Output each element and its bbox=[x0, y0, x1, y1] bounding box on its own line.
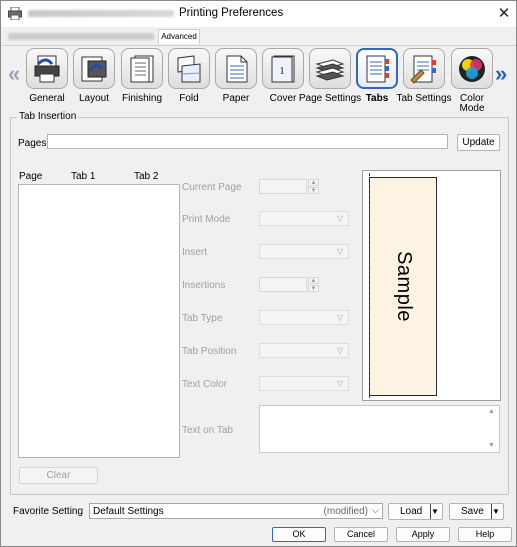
tab-insertion-title: Tab Insertion bbox=[17, 111, 79, 122]
apply-button[interactable]: Apply bbox=[396, 527, 450, 542]
chevron-down-icon: ▽ bbox=[336, 313, 343, 322]
clear-button[interactable]: Clear bbox=[19, 467, 98, 484]
text-color-select[interactable]: ▽ bbox=[259, 376, 349, 391]
help-button[interactable]: Help bbox=[458, 527, 512, 542]
favorite-setting-value: Default Settings bbox=[93, 506, 164, 517]
scroll-right-icon[interactable]: » bbox=[495, 63, 507, 85]
window-title: Printing Preferences bbox=[179, 7, 284, 19]
spin-down-icon[interactable]: ▼ bbox=[308, 285, 319, 292]
icon-button-color-mode[interactable]: Color Mode bbox=[450, 48, 494, 114]
text-on-tab-label: Text on Tab bbox=[182, 425, 233, 436]
printing-preferences-window: Printing Preferences ✕ Advanced « Genera… bbox=[0, 0, 517, 547]
load-button-label: Load bbox=[400, 506, 423, 517]
tab-type-label: Tab Type bbox=[182, 313, 223, 324]
printer-icon bbox=[8, 7, 22, 20]
cover-icon: 1 bbox=[271, 55, 295, 83]
icon-label-color-mode: Color Mode bbox=[438, 94, 506, 114]
printer-tab-redacted[interactable] bbox=[8, 33, 154, 40]
list-header-tab2: Tab 2 bbox=[134, 171, 159, 182]
tabs-icon bbox=[366, 55, 389, 83]
list-header-tab1: Tab 1 bbox=[71, 171, 96, 182]
page-settings-icon bbox=[315, 59, 345, 81]
load-menu-icon[interactable]: ▼ bbox=[430, 504, 442, 519]
spin-up-icon[interactable]: ▲ bbox=[308, 277, 319, 284]
print-mode-select[interactable]: ▽ bbox=[259, 211, 349, 226]
printer-name-redacted bbox=[28, 10, 174, 17]
chevron-down-icon: ⌵ bbox=[372, 505, 379, 515]
print-mode-label: Print Mode bbox=[182, 214, 231, 225]
general-icon bbox=[34, 55, 60, 83]
paper-icon bbox=[226, 55, 248, 83]
list-header-page: Page bbox=[19, 171, 43, 182]
save-button-label: Save bbox=[461, 506, 484, 517]
color-mode-icon bbox=[459, 56, 485, 82]
chevron-down-icon: ▽ bbox=[336, 346, 343, 355]
favorite-setting-select[interactable]: Default Settings (modified) ⌵ bbox=[89, 503, 383, 519]
title-bar: Printing Preferences ✕ bbox=[1, 1, 516, 27]
favorite-setting-label: Favorite Setting bbox=[13, 506, 84, 517]
insert-select[interactable]: ▽ bbox=[259, 244, 349, 259]
tab-advanced[interactable]: Advanced bbox=[158, 29, 200, 44]
cover-number: 1 bbox=[279, 65, 285, 77]
ok-button[interactable]: OK bbox=[272, 527, 326, 542]
save-button[interactable]: Save ▼ bbox=[449, 503, 504, 520]
tab-position-select[interactable]: ▽ bbox=[259, 343, 349, 358]
close-button[interactable]: ✕ bbox=[495, 5, 513, 23]
cancel-button[interactable]: Cancel bbox=[334, 527, 388, 542]
insertions-label: Insertions bbox=[182, 280, 226, 291]
current-page-input[interactable] bbox=[259, 179, 307, 194]
chevron-down-icon: ▽ bbox=[336, 214, 343, 223]
load-button[interactable]: Load ▼ bbox=[388, 503, 443, 520]
sample-text: Sample bbox=[392, 251, 415, 322]
icon-label-color-mode-text: Color Mode bbox=[459, 93, 485, 114]
tab-position-label: Tab Position bbox=[182, 346, 237, 357]
text-color-label: Text Color bbox=[182, 379, 228, 390]
sample-text-wrap: Sample bbox=[369, 177, 437, 396]
pages-label: Pages bbox=[18, 138, 47, 149]
finishing-icon bbox=[130, 55, 154, 83]
scroll-up-icon[interactable]: ▲ bbox=[488, 408, 495, 415]
spin-down-icon[interactable]: ▼ bbox=[308, 187, 319, 194]
tab-insertion-list[interactable] bbox=[18, 184, 180, 458]
update-button[interactable]: Update bbox=[457, 134, 500, 151]
text-on-tab-textarea[interactable] bbox=[259, 405, 500, 453]
pages-input[interactable] bbox=[47, 134, 448, 149]
tab-type-select[interactable]: ▽ bbox=[259, 310, 349, 325]
save-menu-icon[interactable]: ▼ bbox=[491, 504, 503, 519]
chevron-down-icon: ▽ bbox=[336, 379, 343, 388]
chevron-down-icon: ▽ bbox=[336, 247, 343, 256]
scroll-left-icon[interactable]: « bbox=[8, 63, 20, 85]
function-icon-bar: « General Layout Finishing Fold Paper 1 … bbox=[2, 45, 516, 114]
tab-row bbox=[1, 28, 516, 46]
tab-settings-icon bbox=[410, 55, 436, 84]
layout-icon bbox=[81, 56, 107, 82]
insertions-input[interactable] bbox=[259, 277, 307, 292]
fold-icon bbox=[177, 55, 201, 83]
insertions-spinner[interactable]: ▲ ▼ bbox=[308, 277, 319, 292]
scroll-down-icon[interactable]: ▼ bbox=[488, 442, 495, 449]
insert-label: Insert bbox=[182, 247, 208, 258]
current-page-spinner[interactable]: ▲ ▼ bbox=[308, 179, 319, 194]
spin-up-icon[interactable]: ▲ bbox=[308, 179, 319, 186]
favorite-modified-text: (modified) bbox=[323, 506, 368, 517]
current-page-label: Current Page bbox=[182, 182, 242, 193]
